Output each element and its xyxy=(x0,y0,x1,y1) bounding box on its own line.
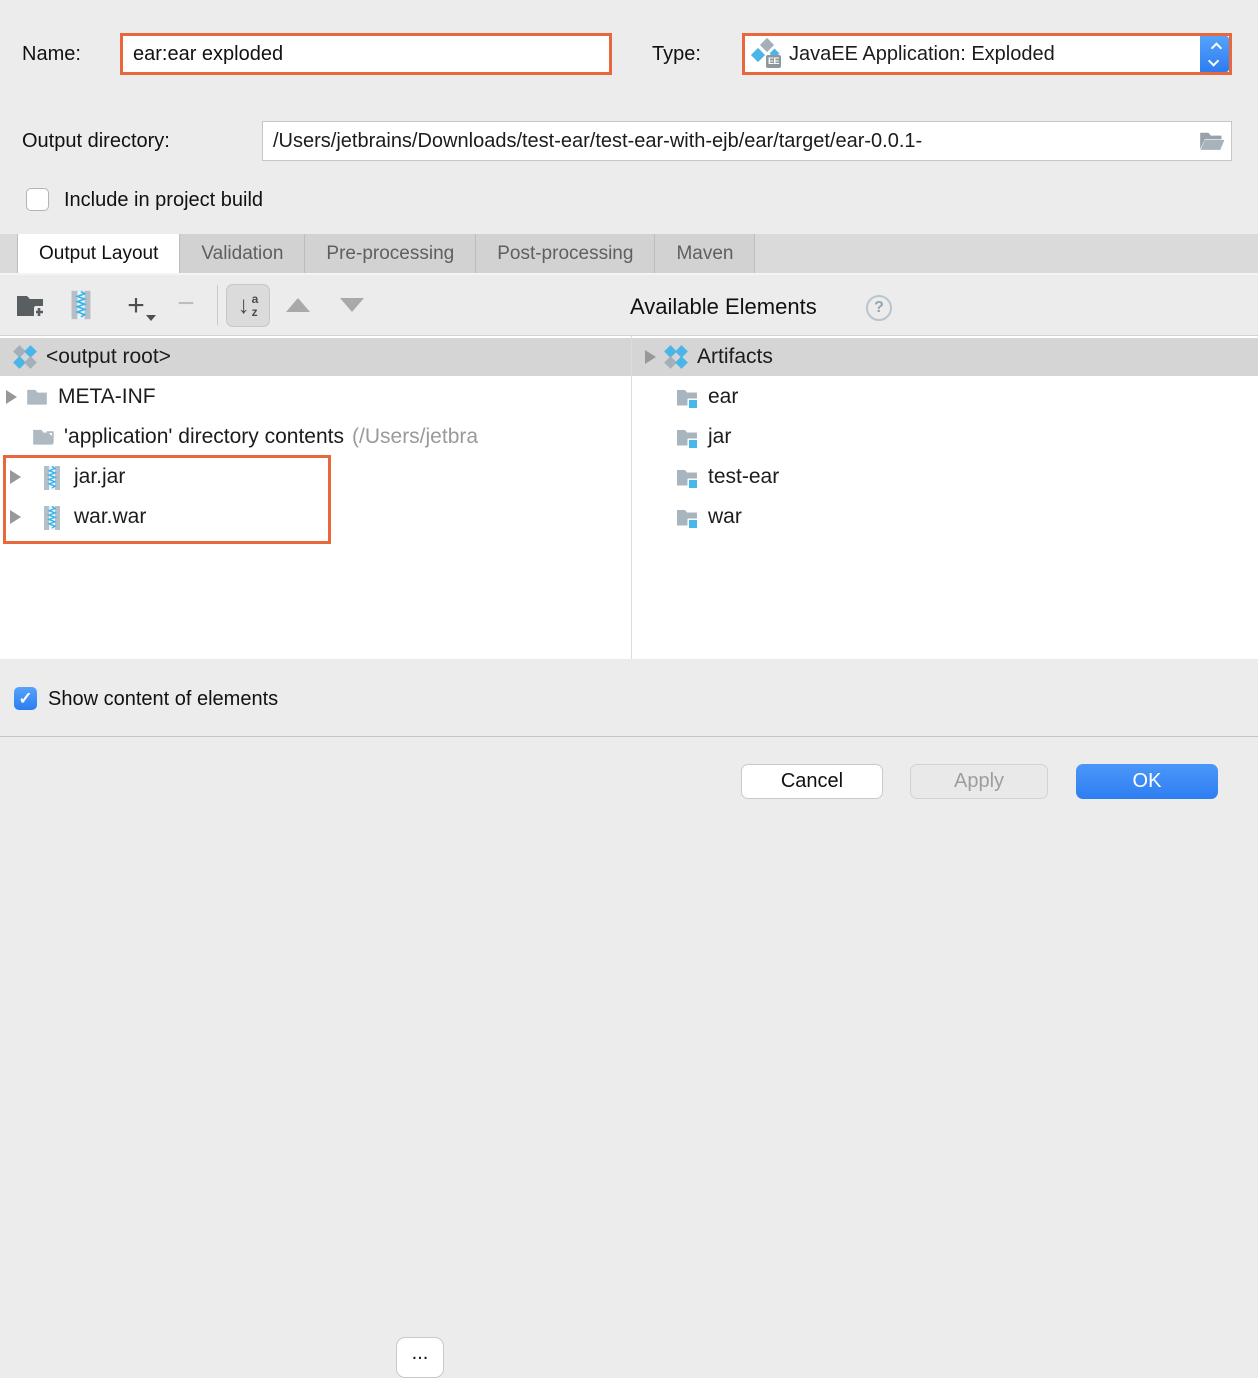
tree-row-meta-inf[interactable]: META-INF xyxy=(0,378,631,416)
tab-post-processing[interactable]: Post-processing xyxy=(476,234,655,273)
check-icon: ✓ xyxy=(18,689,32,709)
tab-bar: Output Layout Validation Pre-processing … xyxy=(0,234,1258,273)
more-options-button[interactable]: ... xyxy=(396,1337,444,1378)
name-label: Name: xyxy=(22,43,81,66)
chevron-down-icon xyxy=(1207,55,1218,66)
tab-output-layout[interactable]: Output Layout xyxy=(17,234,180,273)
tree-row-war[interactable]: war xyxy=(632,498,1258,536)
panel-divider[interactable] xyxy=(631,336,632,659)
tree-row-path-note: (/Users/jetbra xyxy=(352,425,478,449)
tree-row-label: jar xyxy=(708,425,731,449)
cancel-button[interactable]: Cancel xyxy=(741,764,883,799)
help-icon[interactable]: ? xyxy=(866,295,892,321)
module-folder-icon xyxy=(675,505,699,529)
artifact-icon xyxy=(13,345,37,369)
tree-row-ear[interactable]: ear xyxy=(632,378,1258,416)
caret-down-icon xyxy=(146,315,156,321)
tree-row-label: war.war xyxy=(74,505,146,529)
open-folder-icon[interactable] xyxy=(1199,128,1225,154)
archive-icon xyxy=(41,505,65,529)
apply-button[interactable]: Apply xyxy=(910,764,1048,799)
sort-alphabetically-icon[interactable]: ↓ a z xyxy=(226,284,270,327)
ok-button[interactable]: OK xyxy=(1076,764,1218,799)
tree-row-label: Artifacts xyxy=(697,345,773,369)
tree-row-test-ear[interactable]: test-ear xyxy=(632,458,1258,496)
name-input[interactable]: ear:ear exploded xyxy=(120,33,612,75)
output-directory-value: /Users/jetbrains/Downloads/test-ear/test… xyxy=(263,130,1199,153)
folder-contents-icon xyxy=(31,425,55,449)
tree-row-label: <output root> xyxy=(46,345,171,369)
tab-pre-processing[interactable]: Pre-processing xyxy=(305,234,476,273)
expand-chevron-icon[interactable] xyxy=(645,350,656,364)
tree-row-label: jar.jar xyxy=(74,465,125,489)
output-directory-label: Output directory: xyxy=(22,130,170,153)
show-content-label: Show content of elements xyxy=(48,688,278,711)
tree-row-artifacts[interactable]: Artifacts xyxy=(632,338,1258,376)
tree-row-label: META-INF xyxy=(58,385,156,409)
tree-row-label: ear xyxy=(708,385,738,409)
tree-row-application-contents[interactable]: 'application' directory contents (/Users… xyxy=(0,418,631,456)
chevron-up-icon xyxy=(1210,42,1221,53)
add-directory-icon[interactable] xyxy=(14,291,48,321)
tree-row-jar-jar[interactable]: jar.jar xyxy=(0,458,631,496)
module-folder-icon xyxy=(675,385,699,409)
expand-chevron-icon[interactable] xyxy=(10,510,21,524)
layout-toolbar: + − ↓ a z xyxy=(0,275,1258,336)
show-content-checkbox[interactable]: ✓ xyxy=(14,687,37,710)
type-label: Type: xyxy=(652,43,701,66)
add-archive-icon[interactable] xyxy=(68,289,94,321)
tree-row-jar[interactable]: jar xyxy=(632,418,1258,456)
include-in-build-checkbox[interactable] xyxy=(26,188,49,211)
add-icon[interactable]: + xyxy=(118,289,154,323)
module-folder-icon xyxy=(675,465,699,489)
tree-row-label: test-ear xyxy=(708,465,779,489)
tab-validation[interactable]: Validation xyxy=(180,234,305,273)
expand-chevron-icon[interactable] xyxy=(6,390,17,404)
output-directory-input[interactable]: /Users/jetbrains/Downloads/test-ear/test… xyxy=(262,121,1232,161)
module-folder-icon xyxy=(675,425,699,449)
footer-separator xyxy=(0,736,1258,737)
javaee-artifact-icon: EE xyxy=(753,40,781,68)
tab-maven[interactable]: Maven xyxy=(655,234,755,273)
folder-icon xyxy=(25,385,49,409)
archive-icon xyxy=(41,465,65,489)
type-selected-value: JavaEE Application: Exploded xyxy=(789,43,1192,66)
move-down-icon[interactable] xyxy=(340,298,364,312)
tree-row-label: war xyxy=(708,505,742,529)
type-spinner-button[interactable] xyxy=(1200,36,1229,72)
footer-bar: ✓ Show content of elements ... xyxy=(0,659,1258,736)
layout-trees-panel: <output root> META-INF 'application' dir… xyxy=(0,336,1258,659)
toolbar-separator xyxy=(217,285,218,325)
expand-chevron-icon[interactable] xyxy=(10,470,21,484)
available-elements-title: Available Elements xyxy=(630,294,817,320)
tab-filler xyxy=(755,234,1258,273)
tree-row-label: 'application' directory contents xyxy=(64,425,344,449)
move-up-icon[interactable] xyxy=(286,298,310,312)
type-dropdown[interactable]: EE JavaEE Application: Exploded xyxy=(742,33,1232,75)
artifacts-icon xyxy=(664,345,688,369)
include-in-build-label: Include in project build xyxy=(64,189,263,212)
tree-row-war-war[interactable]: war.war xyxy=(0,498,631,536)
remove-icon[interactable]: − xyxy=(170,287,202,321)
tree-row-output-root[interactable]: <output root> xyxy=(0,338,631,376)
